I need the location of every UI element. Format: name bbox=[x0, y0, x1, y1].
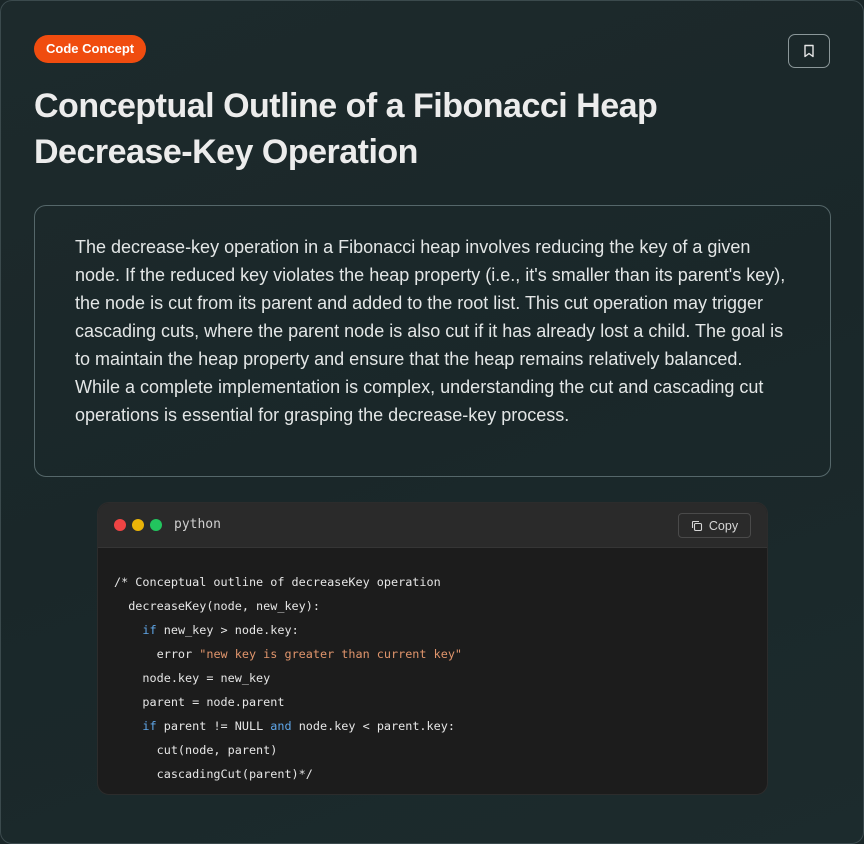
code-keyword: and bbox=[270, 719, 292, 733]
window-minimize-dot bbox=[132, 519, 144, 531]
concept-card: Code Concept Conceptual Outline of a Fib… bbox=[0, 0, 864, 844]
copy-button[interactable]: Copy bbox=[678, 513, 751, 538]
code-line: if new_key > node.key: bbox=[114, 618, 751, 642]
code-text: cascadingCut(parent)*/ bbox=[114, 767, 313, 781]
page-title: Conceptual Outline of a Fibonacci Heap D… bbox=[34, 87, 658, 171]
code-keyword: if bbox=[142, 719, 157, 733]
code-line: /* Conceptual outline of decreaseKey ope… bbox=[114, 570, 751, 594]
code-line: node.key = new_key bbox=[114, 666, 751, 690]
code-text: node.key = new_key bbox=[114, 671, 271, 685]
bookmark-icon bbox=[804, 44, 814, 58]
code-language-label: python bbox=[174, 517, 221, 532]
description-box: The decrease-key operation in a Fibonacc… bbox=[34, 205, 831, 477]
code-line: parent = node.parent bbox=[114, 690, 751, 714]
code-string: "new key is greater than current key" bbox=[199, 647, 463, 661]
code-text: error bbox=[114, 647, 200, 661]
code-text: new_key > node.key: bbox=[156, 623, 299, 637]
code-text: parent != NULL bbox=[156, 719, 271, 733]
code-block: python Copy /* Conceptual outline of dec… bbox=[97, 502, 768, 795]
code-text: parent = node.parent bbox=[114, 695, 285, 709]
code-content: /* Conceptual outline of decreaseKey ope… bbox=[98, 548, 767, 786]
description-text: The decrease-key operation in a Fibonacc… bbox=[75, 237, 786, 425]
code-line: error "new key is greater than current k… bbox=[114, 642, 751, 666]
code-line: if parent != NULL and node.key < parent.… bbox=[114, 714, 751, 738]
window-maximize-dot bbox=[150, 519, 162, 531]
code-header: python Copy bbox=[98, 503, 767, 548]
code-text: /* Conceptual outline of decreaseKey ope… bbox=[114, 575, 441, 589]
copy-icon bbox=[691, 520, 702, 531]
code-text: cut(node, parent) bbox=[114, 743, 278, 757]
category-badge: Code Concept bbox=[34, 35, 147, 63]
code-text: node.key < parent.key: bbox=[291, 719, 455, 733]
window-close-dot bbox=[114, 519, 126, 531]
code-keyword: if bbox=[142, 623, 157, 637]
copy-label: Copy bbox=[708, 518, 739, 533]
code-line: cascadingCut(parent)*/ bbox=[114, 762, 751, 786]
code-line: cut(node, parent) bbox=[114, 738, 751, 762]
code-line: decreaseKey(node, new_key): bbox=[114, 594, 751, 618]
code-text: decreaseKey(node, new_key): bbox=[114, 599, 320, 613]
bookmark-button[interactable] bbox=[788, 34, 830, 68]
